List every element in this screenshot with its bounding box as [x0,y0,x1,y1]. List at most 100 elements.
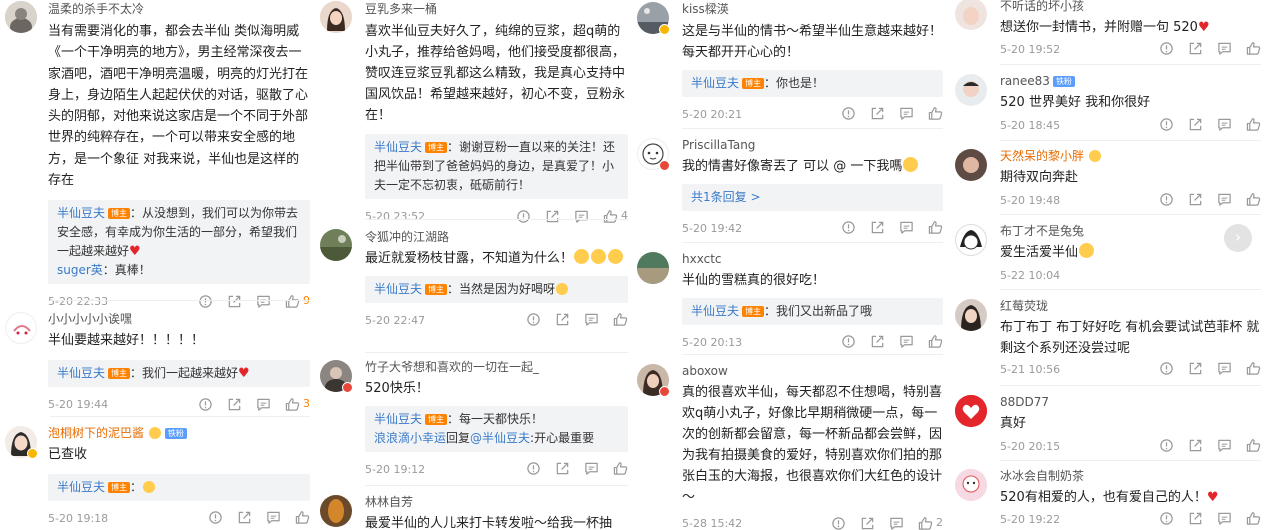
like-button[interactable] [928,334,943,349]
comment-username[interactable]: 温柔的杀手不太冷 [48,1,310,17]
comment-icon[interactable] [899,220,914,235]
avatar[interactable] [320,495,352,527]
reply-username[interactable]: 半仙豆夫 [691,304,739,318]
report-icon[interactable] [1159,192,1174,207]
report-icon[interactable] [1159,41,1174,56]
like-button[interactable] [1246,361,1261,376]
share-icon[interactable] [1188,438,1203,453]
comment-icon[interactable] [1217,438,1232,453]
comment-icon[interactable] [1217,117,1232,132]
like-button[interactable] [1246,117,1261,132]
share-icon[interactable] [555,461,570,476]
reply-username[interactable]: 半仙豆夫 [374,282,422,296]
like-button[interactable] [613,312,628,327]
share-icon[interactable] [870,106,885,121]
report-icon[interactable] [831,516,846,530]
comment-icon[interactable] [584,312,599,327]
reply-username[interactable]: 半仙豆夫 [374,412,422,426]
username-text[interactable]: ranee83 [1000,74,1050,88]
comment-username[interactable]: aboxow [682,363,943,379]
reply-box[interactable]: 半仙豆夫 博主 ：我们一起越来越好♥ [48,360,310,387]
report-icon[interactable] [1159,117,1174,132]
like-button[interactable] [1246,511,1261,526]
share-icon[interactable] [870,334,885,349]
avatar[interactable] [955,299,987,331]
like-button[interactable] [928,106,943,121]
like-button[interactable]: 3 [285,396,310,412]
reply-username[interactable]: suger英 [57,263,103,277]
comment-icon[interactable] [256,294,271,309]
share-icon[interactable] [237,510,252,525]
username-text[interactable]: 天然呆的黎小胖 [1000,149,1084,163]
avatar[interactable] [955,395,987,427]
report-icon[interactable] [1159,438,1174,453]
comment-username[interactable]: hxxctc [682,251,943,267]
reply-username[interactable]: 半仙豆夫 [691,76,739,90]
share-icon[interactable] [870,220,885,235]
share-icon[interactable] [227,397,242,412]
like-button[interactable] [1246,192,1261,207]
report-icon[interactable] [198,294,213,309]
avatar[interactable] [637,252,669,284]
report-icon[interactable] [526,461,541,476]
avatar[interactable] [955,469,987,501]
report-icon[interactable] [841,220,856,235]
reply-box[interactable]: 半仙豆夫 博主 ：谢谢豆粉一直以来的关注！还把半仙带到了爸爸妈妈的身边，是真爱了！小… [365,134,628,199]
share-icon[interactable] [1188,511,1203,526]
reply-username[interactable]: 半仙豆夫 [57,480,105,494]
comment-icon[interactable] [1217,192,1232,207]
share-icon[interactable] [227,294,242,309]
comment-username[interactable]: kiss樑渶 [682,1,943,17]
avatar[interactable] [955,224,987,256]
username-text[interactable]: 泡桐树下的泥巴酱 [48,426,144,440]
like-button[interactable] [1246,41,1261,56]
avatar[interactable] [955,74,987,106]
reply-username[interactable]: 半仙豆夫 [374,140,422,154]
reply-box[interactable]: 半仙豆夫 博主 ：每一天都快乐！ 浪浪滴小幸运回复@半仙豆夫:开心最重要 [365,406,628,452]
avatar[interactable] [320,1,352,33]
comment-username[interactable]: 88DD77 [1000,394,1261,410]
report-icon[interactable] [841,106,856,121]
like-button[interactable]: 2 [918,515,943,530]
report-icon[interactable] [526,312,541,327]
reply-username[interactable]: 浪浪滴小幸运 [374,431,446,445]
avatar[interactable] [5,1,37,33]
share-icon[interactable] [860,516,875,530]
reply-username[interactable]: 半仙豆夫 [57,366,105,380]
comment-icon[interactable] [899,106,914,121]
avatar[interactable] [955,0,987,30]
report-icon[interactable] [1159,361,1174,376]
like-button[interactable] [295,510,310,525]
comment-icon[interactable] [1217,361,1232,376]
like-button[interactable]: 4 [603,208,628,224]
comment-username[interactable]: 不听话的坏小孩 [1000,0,1261,14]
comment-username[interactable]: 令狐冲的江湖路 [365,229,628,245]
comment-username[interactable]: 布丁才不是兔兔 [1000,223,1261,239]
comment-username[interactable]: 小小小小小诶嘿 [48,311,310,327]
share-icon[interactable] [1188,192,1203,207]
comment-username[interactable]: 冰冰会自制奶茶 [1000,468,1261,484]
avatar[interactable] [5,312,37,344]
like-button[interactable]: 9 [285,293,310,309]
chevron-right-icon[interactable]: › [1224,224,1252,252]
avatar[interactable] [320,229,352,261]
comment-username[interactable]: ranee83 铁粉 [1000,73,1261,89]
comment-icon[interactable] [256,397,271,412]
share-icon[interactable] [1188,361,1203,376]
reply-box[interactable]: 半仙豆夫 博主 ：你也是！ [682,70,943,97]
reply-box[interactable]: 半仙豆夫 博主 ：从没想到，我们可以为你带去安全感，有幸成为你生活的一部分，希望我们… [48,200,310,285]
comment-icon[interactable] [574,209,589,224]
like-button[interactable] [1246,438,1261,453]
comment-username[interactable]: 泡桐树下的泥巴酱 铁粉 [48,425,310,441]
mention-link[interactable]: @半仙豆夫 [470,431,530,445]
comment-icon[interactable] [266,510,281,525]
report-icon[interactable] [198,397,213,412]
share-icon[interactable] [1188,117,1203,132]
reply-username[interactable]: 半仙豆夫 [57,206,105,220]
comment-username[interactable]: 竹子大爷想和喜欢的一切在一起_ [365,359,628,375]
comment-icon[interactable] [889,516,904,530]
comment-icon[interactable] [899,334,914,349]
reply-box[interactable]: 半仙豆夫 博主： [48,474,310,501]
avatar[interactable] [955,149,987,181]
share-icon[interactable] [555,312,570,327]
